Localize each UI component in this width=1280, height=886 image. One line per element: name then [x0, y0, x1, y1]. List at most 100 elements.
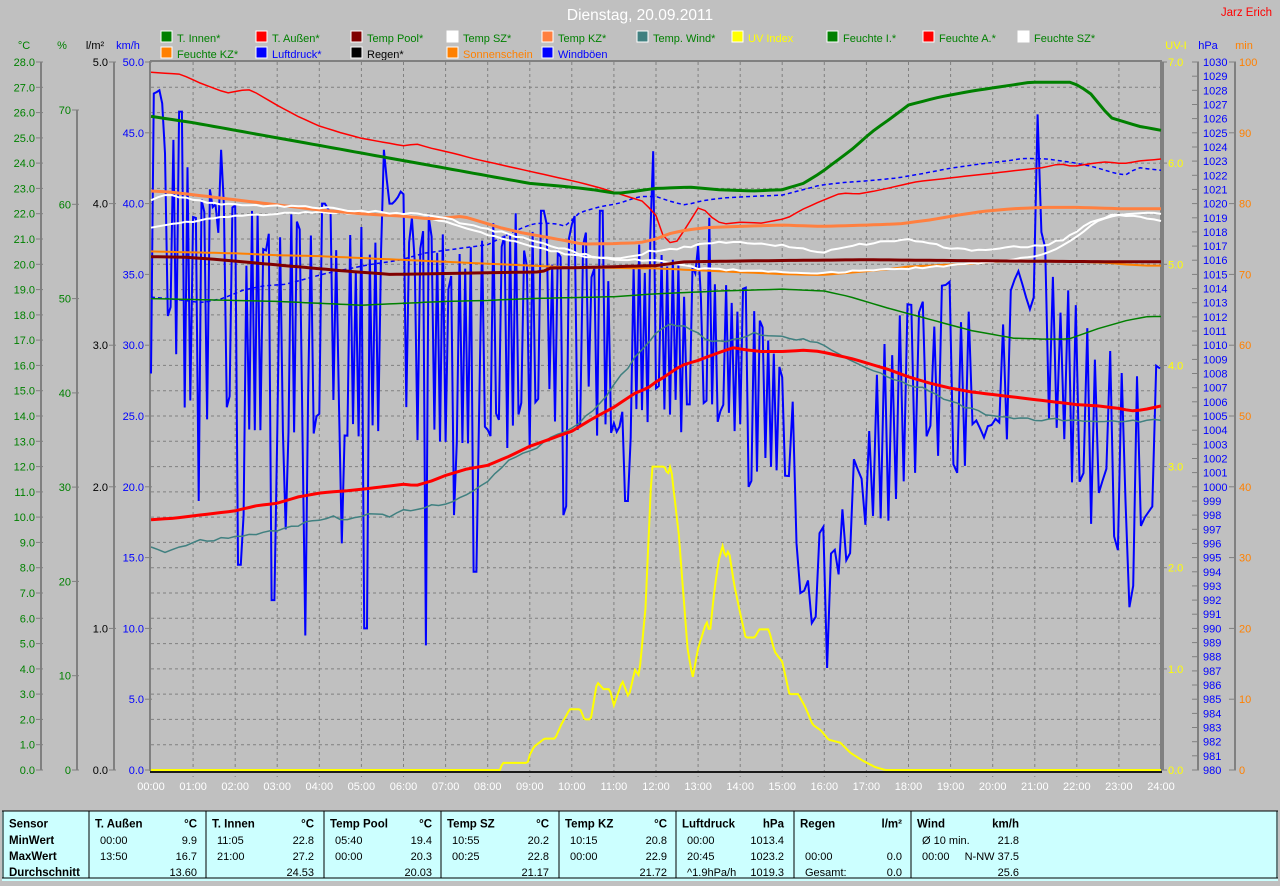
svg-text:27.2: 27.2 [293, 851, 314, 863]
svg-text:990: 990 [1203, 623, 1221, 635]
svg-text:09:00: 09:00 [516, 781, 544, 793]
svg-text:N-NW 37.5: N-NW 37.5 [965, 851, 1019, 863]
svg-text:Temp SZ*: Temp SZ* [463, 33, 512, 45]
svg-text:MinWert: MinWert [9, 835, 54, 847]
svg-text:1009: 1009 [1203, 354, 1227, 366]
svg-text:10:00: 10:00 [558, 781, 586, 793]
svg-text:0.0: 0.0 [1168, 765, 1183, 777]
svg-text:7.0: 7.0 [20, 588, 35, 600]
svg-text:50: 50 [59, 294, 71, 306]
svg-text:0.0: 0.0 [887, 851, 902, 863]
svg-text:997: 997 [1203, 524, 1221, 536]
svg-text:25.0: 25.0 [14, 133, 35, 145]
svg-text:981: 981 [1203, 751, 1221, 763]
svg-text:3.0: 3.0 [20, 689, 35, 701]
svg-text:Windböen: Windböen [558, 49, 608, 61]
svg-text:05:00: 05:00 [348, 781, 376, 793]
svg-text:1021: 1021 [1203, 184, 1227, 196]
svg-text:13.0: 13.0 [14, 436, 35, 448]
svg-text:986: 986 [1203, 680, 1221, 692]
svg-text:18.0: 18.0 [14, 310, 35, 322]
svg-text:°C: °C [301, 819, 314, 831]
svg-text:5.0: 5.0 [20, 639, 35, 651]
svg-text:%: % [57, 40, 67, 52]
svg-text:1.0: 1.0 [20, 740, 35, 752]
svg-text:8.0: 8.0 [20, 563, 35, 575]
svg-text:Temp SZ: Temp SZ [447, 819, 495, 831]
svg-text:22.8: 22.8 [528, 851, 549, 863]
svg-text:982: 982 [1203, 737, 1221, 749]
svg-text:1013: 1013 [1203, 298, 1227, 310]
svg-text:13:00: 13:00 [684, 781, 712, 793]
svg-text:°C: °C [18, 40, 30, 52]
svg-text:1022: 1022 [1203, 170, 1227, 182]
svg-text:25.0: 25.0 [123, 411, 144, 423]
svg-text:00:25: 00:25 [452, 851, 480, 863]
svg-text:Sonnenschein: Sonnenschein [463, 49, 533, 61]
svg-text:Feuchte KZ*: Feuchte KZ* [177, 49, 239, 61]
svg-text:9.9: 9.9 [182, 835, 197, 847]
svg-text:Temp KZ*: Temp KZ* [558, 33, 607, 45]
svg-text:20:00: 20:00 [979, 781, 1007, 793]
svg-text:991: 991 [1203, 609, 1221, 621]
svg-text:Dienstag, 20.09.2011: Dienstag, 20.09.2011 [567, 7, 713, 24]
svg-text:25.6: 25.6 [998, 867, 1019, 879]
svg-text:1019.3: 1019.3 [750, 867, 784, 879]
svg-text:22.8: 22.8 [293, 835, 314, 847]
svg-text:40: 40 [1239, 482, 1251, 494]
svg-text:1012: 1012 [1203, 312, 1227, 324]
svg-text:3.0: 3.0 [93, 340, 108, 352]
svg-text:1017: 1017 [1203, 241, 1227, 253]
svg-text:5.0: 5.0 [1168, 259, 1183, 271]
svg-text:00:00: 00:00 [137, 781, 165, 793]
svg-text:30.0: 30.0 [123, 340, 144, 352]
svg-text:9.0: 9.0 [20, 537, 35, 549]
svg-text:28.0: 28.0 [14, 57, 35, 69]
svg-text:22.9: 22.9 [646, 851, 667, 863]
svg-text:14.0: 14.0 [14, 411, 35, 423]
svg-text:0.0: 0.0 [20, 765, 35, 777]
svg-text:40.0: 40.0 [123, 199, 144, 211]
svg-text:20.8: 20.8 [646, 835, 667, 847]
svg-text:987: 987 [1203, 666, 1221, 678]
svg-text:16.7: 16.7 [176, 851, 197, 863]
svg-text:1000: 1000 [1203, 482, 1227, 494]
svg-text:Sensor: Sensor [9, 819, 49, 831]
svg-text:2.0: 2.0 [93, 482, 108, 494]
svg-text:0.0: 0.0 [129, 765, 144, 777]
svg-text:1020: 1020 [1203, 199, 1227, 211]
svg-text:20.0: 20.0 [123, 482, 144, 494]
svg-text:60: 60 [59, 199, 71, 211]
svg-text:UV Index: UV Index [748, 33, 794, 45]
svg-text:1004: 1004 [1203, 425, 1227, 437]
svg-text:1025: 1025 [1203, 128, 1227, 140]
svg-text:21.17: 21.17 [521, 867, 549, 879]
svg-text:^1.9hPa/h: ^1.9hPa/h [687, 867, 736, 879]
svg-text:1008: 1008 [1203, 369, 1227, 381]
svg-text:7.0: 7.0 [1168, 57, 1183, 69]
svg-text:°C: °C [536, 819, 549, 831]
svg-text:Gesamt:: Gesamt: [805, 867, 847, 879]
svg-text:08:00: 08:00 [474, 781, 502, 793]
svg-text:4.0: 4.0 [20, 664, 35, 676]
svg-text:995: 995 [1203, 553, 1221, 565]
svg-text:50: 50 [1239, 411, 1251, 423]
svg-text:1010: 1010 [1203, 340, 1227, 352]
svg-text:1028: 1028 [1203, 85, 1227, 97]
svg-text:983: 983 [1203, 723, 1221, 735]
svg-text:15:00: 15:00 [768, 781, 796, 793]
svg-text:999: 999 [1203, 496, 1221, 508]
svg-text:6.0: 6.0 [1168, 158, 1183, 170]
svg-text:03:00: 03:00 [263, 781, 291, 793]
svg-text:996: 996 [1203, 538, 1221, 550]
svg-text:06:00: 06:00 [390, 781, 418, 793]
svg-text:°C: °C [419, 819, 432, 831]
svg-text:4.0: 4.0 [1168, 360, 1183, 372]
svg-text:11.0: 11.0 [14, 487, 35, 499]
svg-text:20:45: 20:45 [687, 851, 715, 863]
svg-text:hPa: hPa [1198, 40, 1218, 52]
svg-text:1029: 1029 [1203, 71, 1227, 83]
svg-text:1013.4: 1013.4 [750, 835, 784, 847]
svg-text:Temp Pool*: Temp Pool* [367, 33, 424, 45]
svg-text:02:00: 02:00 [221, 781, 249, 793]
